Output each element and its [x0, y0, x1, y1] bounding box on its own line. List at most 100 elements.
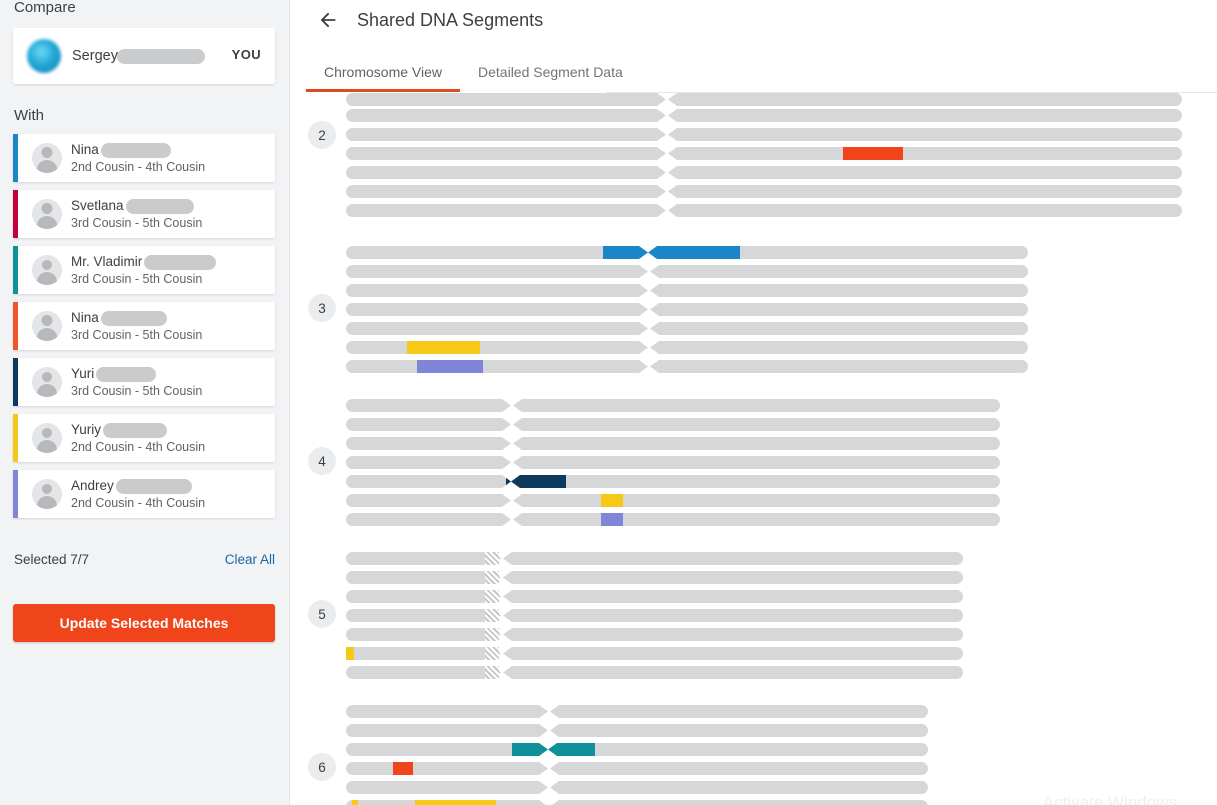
chromosome-bar[interactable]: [346, 475, 1000, 488]
shared-segment[interactable]: [407, 341, 480, 354]
shared-segment[interactable]: [843, 147, 903, 160]
match-relationship: 2nd Cousin - 4th Cousin: [71, 159, 206, 174]
chromosome-bar[interactable]: [346, 456, 1000, 469]
match-card[interactable]: Svetlana 3rd Cousin - 5th Cousin: [13, 190, 275, 238]
chromosome-p-arm: [346, 147, 666, 160]
match-text: Yuri 3rd Cousin - 5th Cousin: [71, 366, 202, 399]
chromosome-bar[interactable]: [346, 647, 963, 660]
chromosome-bar[interactable]: [346, 705, 928, 718]
chromosome-p-arm: [346, 494, 511, 507]
chromosome-bar[interactable]: [346, 494, 1000, 507]
chromosome-p-arm: [346, 590, 501, 603]
chromosome-bar[interactable]: [346, 513, 1000, 526]
chromosome-bar[interactable]: [346, 303, 1028, 316]
match-card[interactable]: Nina 3rd Cousin - 5th Cousin: [13, 302, 275, 350]
match-relationship: 2nd Cousin - 4th Cousin: [71, 495, 206, 510]
you-badge: YOU: [231, 47, 261, 62]
match-card[interactable]: Yuri 3rd Cousin - 5th Cousin: [13, 358, 275, 406]
match-card[interactable]: Mr. Vladimir 3rd Cousin - 5th Cousin: [13, 246, 275, 294]
update-selected-matches-button[interactable]: Update Selected Matches: [13, 604, 275, 642]
shared-segment[interactable]: [352, 800, 358, 805]
match-text: Andrey 2nd Cousin - 4th Cousin: [71, 478, 205, 511]
chromosome-bars: [346, 399, 1000, 532]
chromosome-p-arm: [346, 513, 511, 526]
shared-segment[interactable]: [603, 246, 740, 259]
chromosome-q-arm: [503, 590, 963, 603]
avatar: [27, 39, 61, 73]
chromosome-bar[interactable]: [346, 666, 963, 679]
chromosome-bar[interactable]: [346, 93, 1182, 106]
chromosome-number-badge: 4: [308, 447, 336, 475]
shared-segment[interactable]: [415, 800, 496, 805]
chromosome-q-arm: [503, 609, 963, 622]
chromosome-q-arm: [668, 147, 1182, 160]
shared-segment[interactable]: [506, 475, 566, 488]
redacted-surname: [116, 48, 205, 64]
chromosome-bar[interactable]: [346, 246, 1028, 259]
chromosome-bar[interactable]: [346, 204, 1182, 217]
chromosome-bar[interactable]: [346, 109, 1182, 122]
chromosome-p-arm: [346, 609, 501, 622]
avatar: [32, 367, 62, 397]
back-arrow-icon[interactable]: [316, 8, 340, 32]
redacted-surname: [144, 254, 217, 270]
chromosome-q-arm: [650, 360, 1028, 373]
view-tabs: Chromosome View Detailed Segment Data: [306, 52, 641, 92]
shared-segment[interactable]: [393, 762, 413, 775]
chromosome-row: 4: [290, 399, 1217, 532]
chromosome-bar[interactable]: [346, 437, 1000, 450]
chromosome-bar[interactable]: [346, 166, 1182, 179]
chromosome-q-arm: [668, 185, 1182, 198]
chromosome-bar[interactable]: [346, 341, 1028, 354]
chromosome-bar[interactable]: [346, 762, 928, 775]
chromosome-bar[interactable]: [346, 590, 963, 603]
chromosome-bar[interactable]: [346, 322, 1028, 335]
centromere-hatch: [485, 590, 499, 603]
chromosome-bar[interactable]: [346, 552, 963, 565]
chromosome-p-arm: [346, 265, 648, 278]
tab-chromosome-view[interactable]: Chromosome View: [306, 52, 461, 92]
centromere-hatch: [485, 552, 499, 565]
chromosome-bar[interactable]: [346, 781, 928, 794]
clear-all-link[interactable]: Clear All: [225, 552, 275, 567]
chromosome-bar[interactable]: [346, 743, 928, 756]
chromosome-bar[interactable]: [346, 571, 963, 584]
shared-segment[interactable]: [601, 513, 623, 526]
shared-segment[interactable]: [512, 743, 595, 756]
chromosome-bar[interactable]: [346, 628, 963, 641]
redacted-surname: [125, 198, 194, 214]
tab-detailed-segment-data[interactable]: Detailed Segment Data: [460, 52, 641, 92]
match-card[interactable]: Andrey 2nd Cousin - 4th Cousin: [13, 470, 275, 518]
chromosome-p-arm: [346, 647, 501, 660]
you-card[interactable]: Sergey YOU: [13, 28, 275, 84]
page-header: Shared DNA Segments: [290, 0, 1217, 40]
chromosome-bar[interactable]: [346, 800, 928, 805]
shared-segment[interactable]: [417, 360, 483, 373]
shared-segment[interactable]: [601, 494, 623, 507]
chromosome-q-arm: [668, 166, 1182, 179]
redacted-surname: [96, 366, 157, 382]
shared-segment[interactable]: [346, 647, 354, 660]
chromosome-bar[interactable]: [346, 147, 1182, 160]
chromosome-bars: [346, 93, 1182, 223]
chromosome-bar[interactable]: [346, 265, 1028, 278]
match-card[interactable]: Yuriy 2nd Cousin - 4th Cousin: [13, 414, 275, 462]
chromosome-q-arm: [550, 743, 928, 756]
chromosome-bar[interactable]: [346, 360, 1028, 373]
chromosome-bar[interactable]: [346, 724, 928, 737]
chromosome-bar[interactable]: [346, 418, 1000, 431]
chromosome-bar[interactable]: [346, 609, 963, 622]
chromosome-bar[interactable]: [346, 128, 1182, 141]
chromosome-q-arm: [650, 341, 1028, 354]
chromosome-bar[interactable]: [346, 185, 1182, 198]
chromosome-bars: [346, 246, 1028, 379]
match-text: Svetlana 3rd Cousin - 5th Cousin: [71, 198, 202, 231]
avatar: [32, 423, 62, 453]
match-card[interactable]: Nina 2nd Cousin - 4th Cousin: [13, 134, 275, 182]
chromosome-bar[interactable]: [346, 284, 1028, 297]
chromosome-bar[interactable]: [346, 399, 1000, 412]
chromosome-q-arm: [550, 762, 928, 775]
chromosome-row: 6: [290, 705, 1217, 805]
match-relationship: 3rd Cousin - 5th Cousin: [71, 327, 203, 342]
chromosome-number-badge: 6: [308, 753, 336, 781]
